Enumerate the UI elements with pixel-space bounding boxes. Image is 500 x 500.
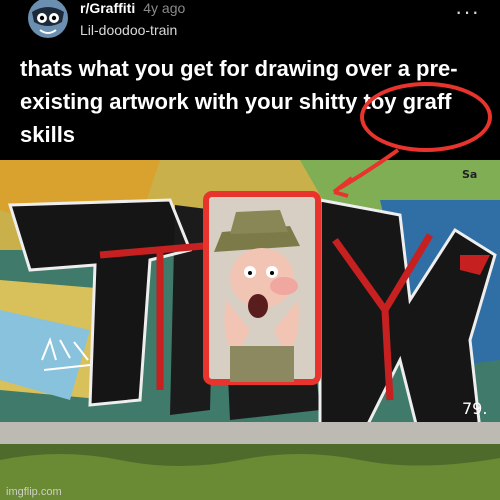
annotation-arrow (332, 148, 400, 198)
